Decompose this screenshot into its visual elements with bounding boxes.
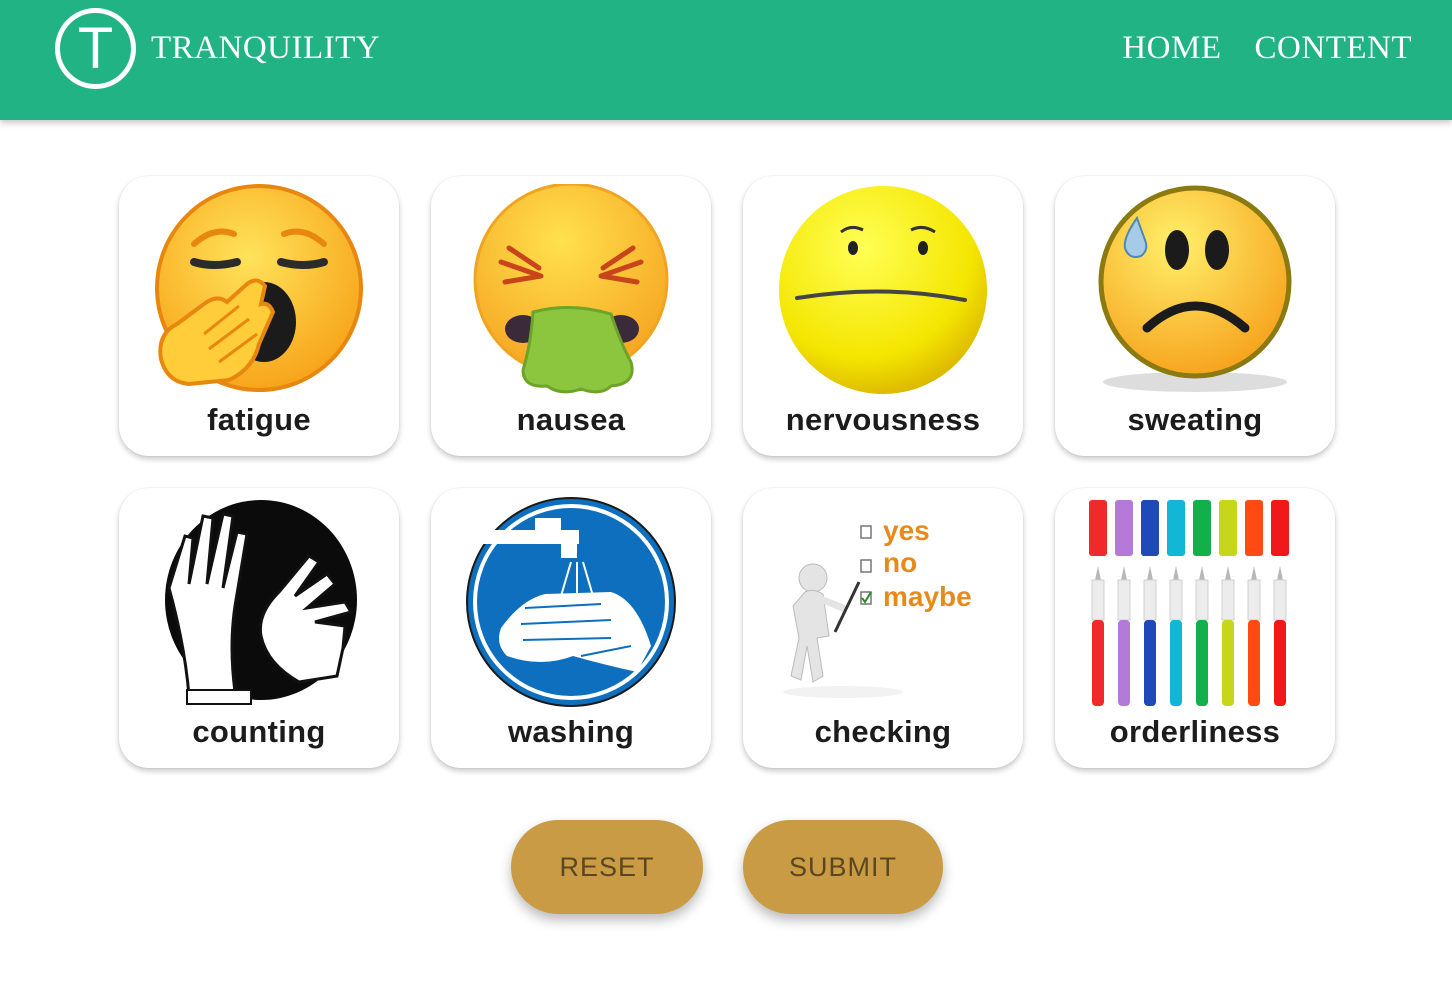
nav-content-link[interactable]: CONTENT (1255, 30, 1412, 67)
ordered-pens-icon (1089, 500, 1289, 706)
vomiting-face-icon (473, 184, 669, 394)
pen-cap (1245, 500, 1263, 556)
nav-links: HOME CONTENT (1122, 30, 1412, 67)
symptom-card-nausea[interactable]: nausea (431, 176, 711, 456)
pen-body (1118, 620, 1130, 706)
pen-cap (1141, 500, 1159, 556)
pen-grip (1221, 579, 1235, 621)
checklist-option-no: no (883, 547, 917, 578)
symptom-label: fatigue (207, 402, 311, 437)
pen-cap (1271, 500, 1289, 556)
pen-grip (1143, 579, 1157, 621)
pen-nib (1095, 566, 1101, 580)
pen-nib (1225, 566, 1231, 580)
symptom-label: nausea (516, 402, 626, 437)
pen-cap (1219, 500, 1237, 556)
symptom-card-washing[interactable]: washing (431, 488, 711, 768)
symptom-card-counting[interactable]: counting (119, 488, 399, 768)
nav-home-link[interactable]: HOME (1122, 30, 1221, 67)
pen-body (1092, 620, 1104, 706)
symptom-card-nervousness[interactable]: nervousness (743, 176, 1023, 456)
top-navbar: T TRANQUILITY HOME CONTENT (0, 0, 1452, 120)
pen-nib (1121, 566, 1127, 580)
brand-name: TRANQUILITY (151, 30, 381, 66)
pen-grip (1273, 579, 1287, 621)
pen-grip (1169, 579, 1183, 621)
pen-grip (1195, 579, 1209, 621)
symptom-label: sweating (1127, 402, 1263, 437)
pen-nib (1277, 566, 1283, 580)
pen-body (1274, 620, 1286, 706)
symptom-label: counting (192, 714, 326, 749)
sweating-face-icon (1098, 185, 1292, 392)
symptom-card-sweating[interactable]: sweating (1055, 176, 1335, 456)
pen-cap (1089, 500, 1107, 556)
pen-body (1170, 620, 1182, 706)
pen-body (1248, 620, 1260, 706)
pen-body (1222, 620, 1234, 706)
yawning-face-icon (155, 184, 363, 392)
pen-nib (1199, 566, 1205, 580)
counting-hands-icon (165, 500, 357, 705)
symptom-label: orderliness (1109, 714, 1281, 749)
brand-logo-link[interactable]: T TRANQUILITY (55, 8, 380, 89)
pen-nib (1251, 566, 1257, 580)
checklist-option-yes: yes (883, 515, 930, 546)
submit-button[interactable]: SUBMIT (743, 820, 943, 914)
pen-grip (1091, 579, 1105, 621)
reset-button[interactable]: RESET (511, 820, 703, 914)
pen-cap (1167, 500, 1185, 556)
pen-nib (1147, 566, 1153, 580)
symptom-card-orderliness[interactable]: orderliness (1055, 488, 1335, 768)
pen-grip (1247, 579, 1261, 621)
pen-body (1144, 620, 1156, 706)
pen-body (1196, 620, 1208, 706)
pen-grip (1117, 579, 1131, 621)
symptom-label: checking (814, 714, 952, 749)
checklist-option-maybe: maybe (883, 581, 972, 612)
pen-cap (1115, 500, 1133, 556)
pen-cap (1193, 500, 1211, 556)
checklist-figure-icon: yes no maybe (783, 515, 972, 698)
logo-icon: T (55, 8, 136, 89)
pen-nib (1173, 566, 1179, 580)
symptom-card-checking[interactable]: yes no maybe checking (743, 488, 1023, 768)
symptom-label: nervousness (785, 402, 981, 437)
hand-washing-icon (466, 497, 676, 707)
symptom-card-fatigue[interactable]: fatigue (119, 176, 399, 456)
worried-face-icon (779, 186, 987, 394)
symptom-label: washing (507, 714, 635, 749)
